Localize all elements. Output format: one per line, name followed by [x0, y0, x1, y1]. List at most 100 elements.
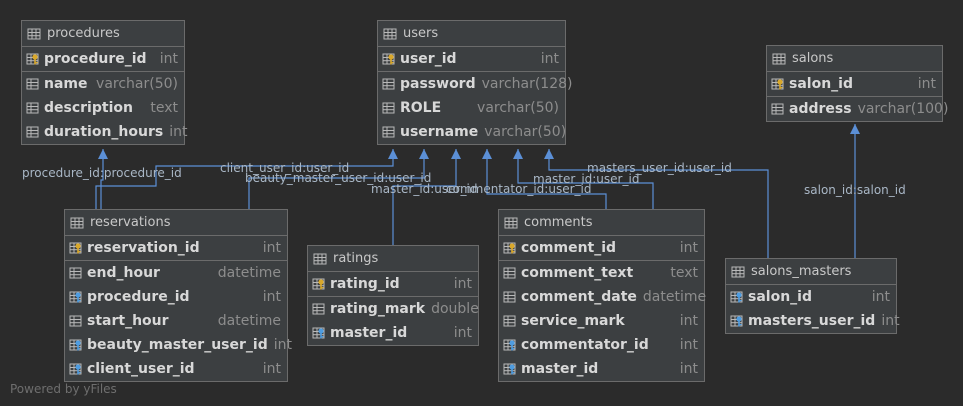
column-type: int — [540, 51, 559, 67]
column-row[interactable]: client_user_id int — [65, 357, 287, 381]
primary-key-icon — [382, 52, 396, 66]
column-row[interactable]: address varchar(100) — [767, 97, 948, 121]
column-icon — [771, 102, 785, 116]
column-type: int — [273, 337, 292, 353]
foreign-key-icon — [69, 338, 83, 352]
column-icon — [69, 314, 83, 328]
column-row[interactable]: comment_date datetime — [499, 285, 706, 309]
table-title: salons — [792, 50, 834, 66]
column-name: comment_text — [521, 265, 634, 281]
table-title: users — [403, 25, 439, 41]
column-row[interactable]: description text — [22, 96, 184, 120]
relation-label-procedure: procedure_id:procedure_id — [22, 166, 182, 180]
column-type: int — [262, 240, 281, 256]
rel-salon-arrowhead — [850, 124, 860, 134]
column-type: text — [670, 265, 698, 281]
column-icon — [503, 290, 517, 304]
table-header[interactable]: ratings — [308, 246, 478, 272]
foreign-key-icon — [730, 290, 744, 304]
table-salons[interactable]: salons salon_id int address varchar(100) — [766, 45, 948, 122]
column-row[interactable]: password varchar(128) — [378, 72, 573, 96]
column-row[interactable]: comment_id int — [499, 236, 704, 260]
table-title: procedures — [47, 25, 120, 41]
column-type: int — [453, 325, 472, 341]
column-row[interactable]: reservation_id int — [65, 236, 287, 260]
columns-section: address varchar(100) — [767, 97, 948, 121]
column-row[interactable]: start_hour datetime — [65, 309, 287, 333]
column-row[interactable]: service_mark int — [499, 309, 704, 333]
foreign-key-icon — [312, 326, 326, 340]
column-icon — [503, 314, 517, 328]
column-row[interactable]: rating_id int — [308, 272, 478, 296]
primary-key-section: procedure_id int — [22, 47, 184, 72]
table-header[interactable]: comments — [499, 210, 704, 236]
primary-key-section: salon_id int — [767, 72, 942, 97]
columns-section: name varchar(50) description text duration_h… — [22, 72, 188, 144]
column-row[interactable]: procedure_id int — [65, 285, 287, 309]
column-name: username — [400, 124, 479, 140]
column-name: procedure_id — [44, 51, 147, 67]
column-type: text — [150, 100, 178, 116]
foreign-key-icon — [503, 338, 517, 352]
table-title: ratings — [333, 250, 379, 266]
primary-key-section: comment_id int — [499, 236, 704, 261]
column-row[interactable]: rating_mark double — [308, 297, 479, 321]
column-type: int — [679, 240, 698, 256]
table-salons-masters[interactable]: salons_masters salon_id int masters_user_id… — [725, 258, 900, 334]
column-row[interactable]: user_id int — [378, 47, 565, 71]
column-row[interactable]: end_hour datetime — [65, 261, 287, 285]
table-ratings[interactable]: ratings rating_id int rating_mark double mast… — [307, 245, 479, 346]
table-header[interactable]: reservations — [65, 210, 287, 236]
column-type: int — [169, 124, 188, 140]
table-header[interactable]: salons — [767, 46, 942, 72]
column-type: int — [871, 289, 890, 305]
table-title: salons_masters — [751, 263, 852, 279]
column-name: rating_id — [330, 276, 400, 292]
column-name: procedure_id — [87, 289, 190, 305]
column-row[interactable]: procedure_id int — [22, 47, 184, 71]
rel-commentator-arrowhead — [482, 149, 492, 159]
table-procedures[interactable]: procedures procedure_id int name varchar(50)… — [21, 20, 188, 145]
foreign-key-icon — [503, 362, 517, 376]
column-row[interactable]: ROLE varchar(50) — [378, 96, 565, 120]
column-type: int — [917, 76, 936, 92]
relation-label-salon-masters: masters_user_id:user_id — [587, 161, 732, 175]
column-row[interactable]: master_id int — [499, 357, 704, 381]
column-name: master_id — [330, 325, 408, 341]
table-icon — [313, 252, 327, 266]
column-row[interactable]: beauty_master_user_id int — [65, 333, 292, 357]
column-icon — [382, 125, 396, 139]
column-type: int — [679, 313, 698, 329]
column-row[interactable]: comment_text text — [499, 261, 704, 285]
table-header[interactable]: users — [378, 21, 565, 47]
column-type: datetime — [217, 313, 281, 329]
rel-comment-master-arrowhead — [513, 149, 523, 159]
column-name: user_id — [400, 51, 457, 67]
table-users[interactable]: users user_id int password varchar(128) ROLE v… — [377, 20, 573, 145]
primary-key-section: reservation_id int — [65, 236, 287, 261]
rel-rating-master-arrowhead — [451, 149, 461, 159]
table-comments[interactable]: comments comment_id int comment_text text com… — [498, 209, 706, 382]
column-name: rating_mark — [330, 301, 426, 317]
column-row[interactable]: name varchar(50) — [22, 72, 184, 96]
table-icon — [27, 27, 41, 41]
table-header[interactable]: salons_masters — [726, 259, 896, 285]
column-row[interactable]: master_id int — [308, 321, 478, 345]
rel-salon-masters-arrowhead — [544, 149, 554, 159]
column-row[interactable]: commentator_id int — [499, 333, 704, 357]
table-header[interactable]: procedures — [22, 21, 184, 47]
column-icon — [26, 101, 40, 115]
column-type: int — [262, 361, 281, 377]
column-row[interactable]: salon_id int — [726, 285, 896, 309]
column-row[interactable]: username varchar(50) — [378, 120, 566, 144]
column-icon — [26, 125, 40, 139]
column-name: master_id — [521, 361, 599, 377]
column-name: description — [44, 100, 133, 116]
column-name: comment_date — [521, 289, 637, 305]
column-type: varchar(128) — [481, 76, 573, 92]
table-reservations[interactable]: reservations reservation_id int end_hour dat… — [64, 209, 292, 382]
column-type: varchar(50) — [96, 76, 178, 92]
column-row[interactable]: salon_id int — [767, 72, 942, 96]
column-row[interactable]: masters_user_id int — [726, 309, 900, 333]
column-row[interactable]: duration_hours int — [22, 120, 188, 144]
